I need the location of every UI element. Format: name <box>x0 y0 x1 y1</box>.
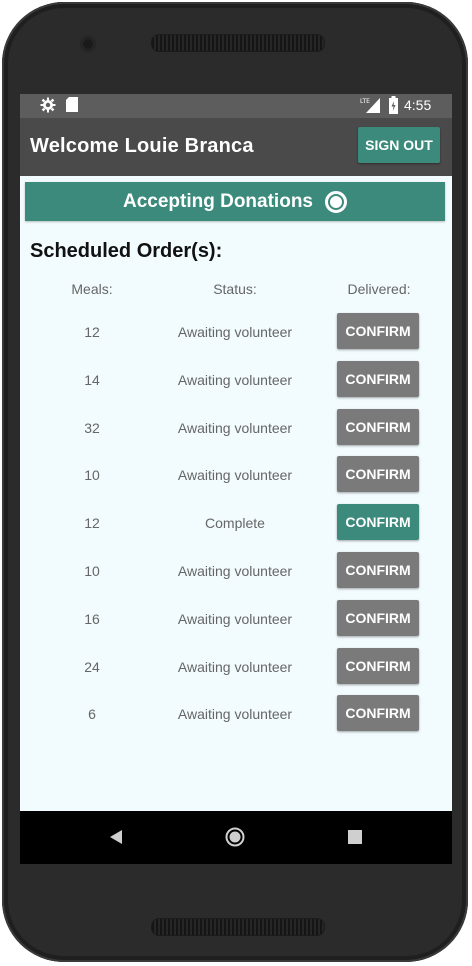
confirm-button[interactable]: CONFIRM <box>337 408 419 445</box>
front-camera <box>80 36 96 52</box>
device-screen: LTE 4:55 Welcome Louie Branca SIGN OUT A… <box>20 94 452 864</box>
order-status: Awaiting volunteer <box>177 563 293 579</box>
delivered-header: Delivered: <box>347 281 411 297</box>
back-icon[interactable] <box>108 829 124 845</box>
bottom-speaker-grille <box>151 918 325 936</box>
table-row: 32 Awaiting volunteer CONFIRM <box>20 408 452 453</box>
confirm-button[interactable]: CONFIRM <box>337 647 419 684</box>
table-row: 16 Awaiting volunteer CONFIRM <box>20 599 452 644</box>
confirm-button[interactable]: CONFIRM <box>337 504 419 541</box>
confirm-button[interactable]: CONFIRM <box>337 456 419 493</box>
app-bar: Welcome Louie Branca SIGN OUT <box>20 118 452 176</box>
confirm-button[interactable]: CONFIRM <box>337 695 419 732</box>
table-row: 12 Awaiting volunteer CONFIRM <box>20 313 452 357</box>
svg-text:LTE: LTE <box>360 98 370 105</box>
order-status: Awaiting volunteer <box>177 610 293 627</box>
confirm-button[interactable]: CONFIRM <box>337 599 419 636</box>
battery-icon <box>389 96 398 114</box>
scheduled-orders-title: Scheduled Order(s): <box>30 240 223 262</box>
table-row: 24 Awaiting volunteer CONFIRM <box>20 647 452 692</box>
meals-count: 24 <box>84 658 100 675</box>
table-row: 12 Complete CONFIRM <box>20 504 452 548</box>
phone-frame: LTE 4:55 Welcome Louie Branca SIGN OUT A… <box>2 2 468 962</box>
order-status: Awaiting volunteer <box>177 658 293 675</box>
recents-icon[interactable] <box>348 830 362 844</box>
meals-count: 12 <box>84 324 100 340</box>
gear-icon <box>40 97 56 113</box>
status-header: Status: <box>213 281 257 297</box>
radio-dot <box>330 195 342 208</box>
meals-count: 6 <box>88 706 96 723</box>
meals-header: Meals: <box>71 281 113 297</box>
order-status: Awaiting volunteer <box>177 324 293 340</box>
meals-count: 10 <box>84 467 100 484</box>
lte-signal-icon: LTE <box>360 98 380 113</box>
status-bar: LTE 4:55 <box>20 94 452 118</box>
radio-on-icon[interactable] <box>325 190 347 213</box>
top-speaker-grille <box>151 34 325 52</box>
meals-count: 10 <box>84 563 100 579</box>
order-status: Complete <box>205 515 265 532</box>
accepting-donations-label: Accepting Donations <box>122 190 313 212</box>
navigation-bar <box>20 811 452 864</box>
clock: 4:55 <box>404 97 432 113</box>
meals-count: 12 <box>84 515 100 532</box>
meals-count: 32 <box>84 419 100 436</box>
sign-out-button[interactable]: SIGN OUT <box>358 127 440 163</box>
sd-card-icon <box>66 97 78 112</box>
table-row: 10 Awaiting volunteer CONFIRM <box>20 552 452 596</box>
meals-count: 16 <box>84 610 100 627</box>
order-status: Awaiting volunteer <box>177 419 293 436</box>
confirm-button[interactable]: CONFIRM <box>337 360 419 397</box>
meals-count: 14 <box>84 371 100 388</box>
home-icon[interactable] <box>225 827 245 847</box>
order-status: Awaiting volunteer <box>177 706 293 723</box>
accepting-donations-toggle[interactable]: Accepting Donations <box>25 182 445 221</box>
main-content: Accepting Donations Scheduled Order(s): … <box>20 176 452 811</box>
order-status: Awaiting volunteer <box>177 371 293 388</box>
confirm-button[interactable]: CONFIRM <box>337 313 419 349</box>
table-row: 14 Awaiting volunteer CONFIRM <box>20 360 452 405</box>
order-status: Awaiting volunteer <box>177 467 293 484</box>
table-row: 10 Awaiting volunteer CONFIRM <box>20 456 452 500</box>
welcome-title: Welcome Louie Branca <box>30 135 254 157</box>
table-row: 6 Awaiting volunteer CONFIRM <box>20 695 452 739</box>
confirm-button[interactable]: CONFIRM <box>337 552 419 588</box>
